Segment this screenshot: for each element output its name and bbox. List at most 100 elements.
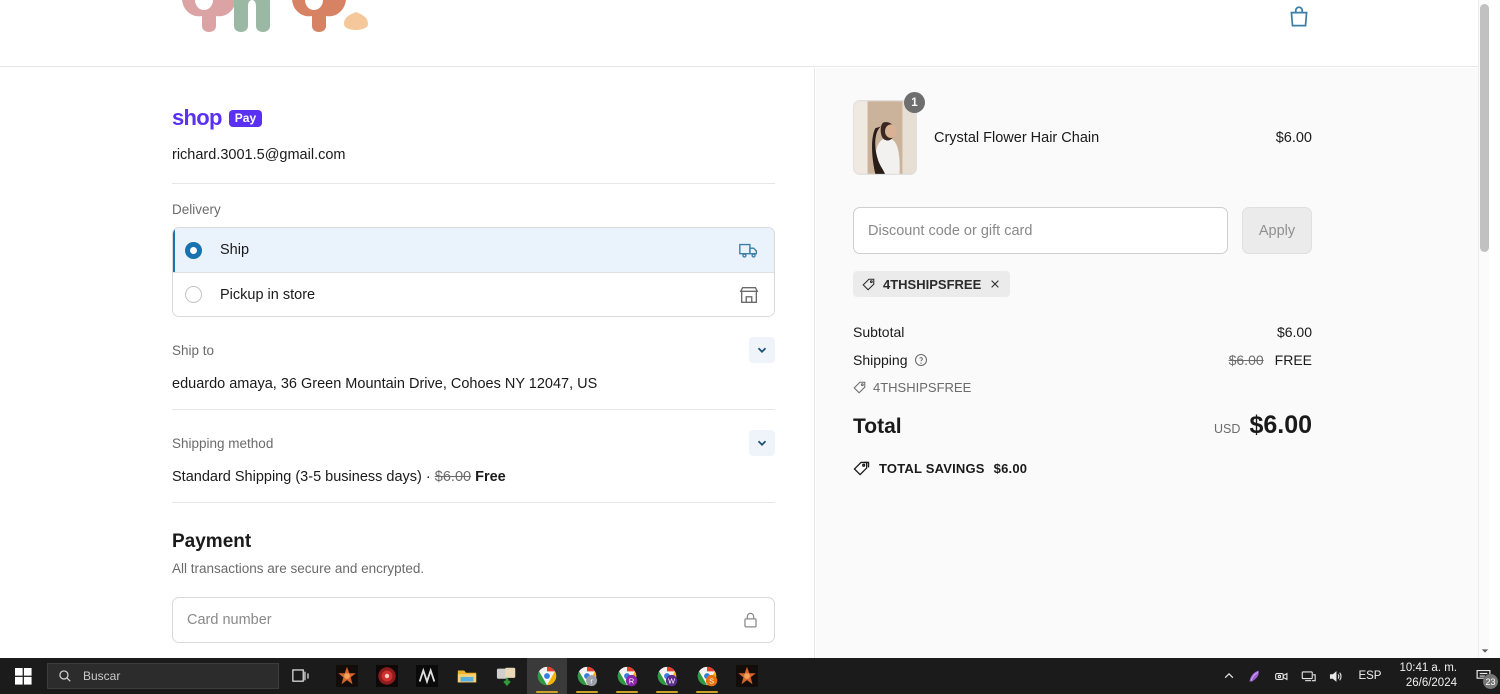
chrome-icon: R — [617, 666, 638, 687]
site-header — [0, 0, 1489, 67]
chrome-icon — [537, 666, 557, 686]
star-orange-icon — [736, 665, 758, 687]
shipping-discount-code: 4THSHIPSFREE — [873, 380, 972, 395]
chrome-icon: S — [697, 666, 718, 687]
shipping-value: FREE — [1274, 352, 1312, 368]
clock-date: 26/6/2024 — [1405, 677, 1457, 689]
shipping-method-value: Standard Shipping (3-5 business days) · … — [172, 469, 775, 485]
scrollbar-thumb[interactable] — [1480, 4, 1489, 252]
delivery-option-ship-label: Ship — [220, 242, 250, 258]
task-view-icon — [291, 669, 309, 682]
tray-language-indicator[interactable]: ESP — [1349, 670, 1390, 682]
delivery-option-ship[interactable]: Ship — [173, 228, 774, 272]
taskbar-app-dark-tile[interactable] — [407, 658, 447, 694]
chevron-down-icon — [757, 440, 767, 446]
product-photo — [854, 101, 916, 174]
taskbar-search-input[interactable]: Buscar — [47, 663, 279, 689]
tray-feather-button[interactable] — [1241, 658, 1268, 694]
shop-pay-wordmark: shop — [172, 105, 222, 130]
screen: shop Pay richard.3001.5@gmail.com Delive… — [0, 0, 1500, 694]
camera-icon — [1275, 672, 1288, 680]
shipping-label-group: Shipping — [853, 352, 928, 368]
line-item-price: $6.00 — [1275, 129, 1312, 146]
system-tray: ESP 10:41 a. m. 26/6/2024 23 — [1217, 658, 1500, 694]
taskbar-app-chrome-profile-r[interactable]: r — [567, 658, 607, 694]
notification-center-button[interactable]: 23 — [1466, 658, 1500, 694]
line-item-thumbnail: 1 — [853, 92, 925, 175]
chevron-up-icon — [1225, 673, 1234, 679]
ship-to-expand-button[interactable] — [749, 337, 775, 363]
shipping-method-final-price: Free — [475, 469, 506, 485]
cart-button[interactable] — [1286, 4, 1312, 30]
subtotal-row: Subtotal $6.00 — [853, 324, 1312, 340]
taskbar-app-chrome-profile-S[interactable]: S — [687, 658, 727, 694]
double-tag-icon — [853, 461, 870, 476]
delivery-option-pickup[interactable]: Pickup in store — [173, 272, 774, 316]
customer-email: richard.3001.5@gmail.com — [172, 147, 775, 184]
search-icon — [59, 670, 71, 682]
ship-to-label: Ship to — [172, 342, 215, 358]
taskbar-app-chrome-profile-R[interactable]: R — [607, 658, 647, 694]
taskbar-app-file-explorer[interactable] — [447, 658, 487, 694]
tray-expand-button[interactable] — [1217, 658, 1241, 694]
taskbar-app-wineskin-orange-2[interactable] — [727, 658, 767, 694]
taskbar-app-wineskin-orange[interactable] — [327, 658, 367, 694]
order-summary-column: 1 Crystal Flower Hair Chain $6.00 Discou… — [816, 68, 1489, 658]
tag-icon — [853, 381, 866, 394]
apply-discount-button[interactable]: Apply — [1242, 207, 1312, 254]
payment-subtitle: All transactions are secure and encrypte… — [172, 561, 425, 576]
storefront-icon — [739, 286, 759, 303]
tray-network-button[interactable] — [1295, 658, 1322, 694]
question-circle-icon[interactable] — [914, 353, 928, 367]
totals: Subtotal $6.00 Shipping $6.00 FREE 4THSH… — [853, 324, 1312, 476]
taskbar-clock[interactable]: 10:41 a. m. 26/6/2024 — [1390, 658, 1466, 694]
volume-icon — [1330, 670, 1342, 682]
task-view-button[interactable] — [279, 658, 323, 694]
ship-to-address: eduardo amaya, 36 Green Mountain Drive, … — [172, 376, 598, 392]
lock-icon — [744, 612, 757, 627]
delivery-section-label: Delivery — [172, 202, 221, 217]
taskbar: Buscar r R W S ESP 10:41 a. m. 26/6/2024… — [0, 658, 1500, 694]
disc-red-icon — [376, 665, 398, 687]
shipping-label: Shipping — [853, 352, 908, 368]
taskbar-app-download-manager[interactable] — [487, 658, 527, 694]
tray-camera-button[interactable] — [1268, 658, 1295, 694]
shop-pay-logo: shop Pay — [172, 106, 775, 130]
radio-ship[interactable] — [185, 241, 202, 259]
total-row: Total USD $6.00 — [853, 411, 1312, 440]
brand-logo-andi[interactable] — [172, 0, 387, 46]
svg-text:S: S — [709, 676, 714, 685]
close-icon — [991, 280, 999, 288]
tag-icon — [862, 278, 875, 291]
taskbar-apps: r R W S — [327, 658, 767, 694]
ship-to-block: Ship to eduardo amaya, 36 Green Mountain… — [172, 337, 775, 410]
total-savings-row: TOTAL SAVINGS $6.00 — [853, 461, 1312, 476]
start-button[interactable] — [0, 658, 46, 694]
shipping-method-name: Standard Shipping (3-5 business days) — [172, 469, 422, 485]
taskbar-app-red-disc[interactable] — [367, 658, 407, 694]
taskbar-app-chrome-profile-W[interactable]: W — [647, 658, 687, 694]
shipping-value-group: $6.00 FREE — [1229, 352, 1312, 368]
card-number-input[interactable]: Card number — [172, 597, 775, 643]
chrome-icon: r — [577, 666, 598, 687]
total-value-group: USD $6.00 — [1214, 411, 1312, 440]
page-scrollbar[interactable] — [1478, 0, 1489, 658]
radio-pickup[interactable] — [185, 286, 202, 303]
subtotal-value: $6.00 — [1276, 324, 1312, 340]
shipping-method-expand-button[interactable] — [749, 430, 775, 456]
line-item-name: Crystal Flower Hair Chain — [934, 129, 1100, 146]
remove-discount-button[interactable] — [989, 278, 1001, 290]
product-image — [853, 100, 917, 175]
shop-pay-badge: Pay — [228, 109, 263, 127]
subtotal-label: Subtotal — [853, 324, 905, 340]
discount-code-input[interactable]: Discount code or gift card — [853, 207, 1228, 254]
chevron-down-icon — [1481, 649, 1488, 653]
line-item-quantity-badge: 1 — [904, 92, 925, 113]
total-savings-label: TOTAL SAVINGS — [879, 461, 985, 476]
delivery-option-pickup-label: Pickup in store — [220, 286, 316, 303]
scrollbar-down-arrow[interactable] — [1479, 644, 1489, 658]
taskbar-app-chrome[interactable] — [527, 658, 567, 694]
network-icon — [1302, 670, 1317, 681]
tray-volume-button[interactable] — [1322, 658, 1349, 694]
windows-start-icon — [14, 667, 32, 685]
